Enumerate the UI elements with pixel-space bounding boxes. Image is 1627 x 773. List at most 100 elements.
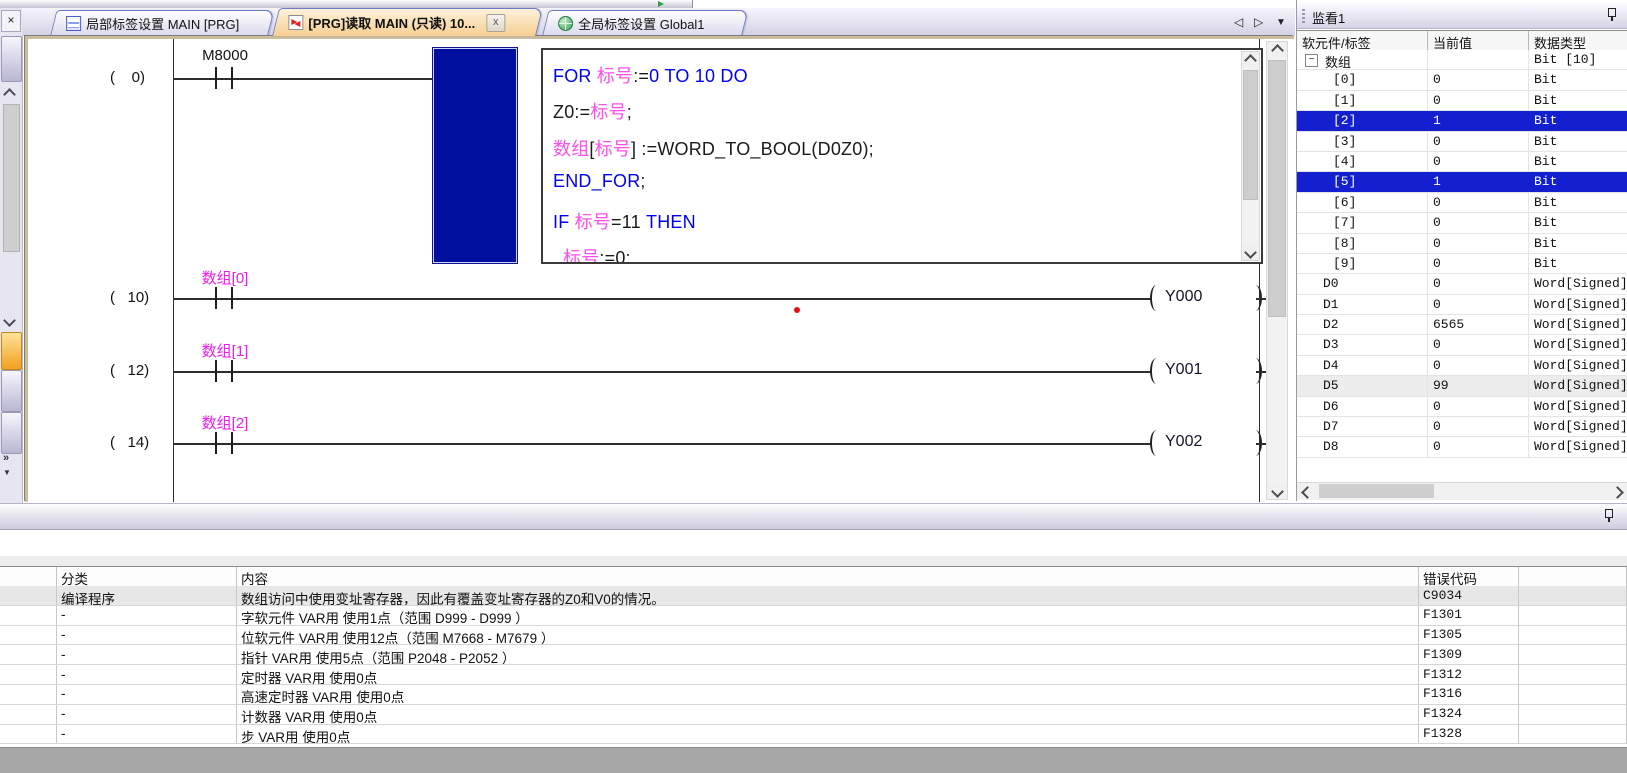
close-icon[interactable]: ×: [1, 10, 21, 32]
contact-bar[interactable]: [231, 432, 233, 454]
scrollbar-thumb[interactable]: [1319, 484, 1434, 498]
tab-scroll-right-icon[interactable]: ▷: [1254, 15, 1263, 29]
contact-bar[interactable]: [215, 360, 217, 382]
column-device-label[interactable]: 软元件/标签: [1297, 31, 1428, 50]
scrollbar-thumb[interactable]: [3, 104, 20, 252]
output-row[interactable]: -定时器 VAR用 使用0点F1312: [0, 665, 1627, 685]
coil-label[interactable]: Y002: [1165, 433, 1202, 451]
watch-row[interactable]: D80Word[Signed]: [1297, 437, 1627, 457]
watch-titlebar[interactable]: 监看1: [1297, 3, 1627, 29]
watch-row[interactable]: [1]0Bit: [1297, 91, 1627, 111]
contact-bar[interactable]: [231, 360, 233, 382]
tab-2[interactable]: [PRG]读取 MAIN (只读) 10...x: [272, 8, 543, 36]
watch-row[interactable]: [0]0Bit: [1297, 70, 1627, 90]
watch-row[interactable]: D26565Word[Signed]: [1297, 315, 1627, 335]
watch-cell-value: 99: [1428, 376, 1529, 395]
dock-button[interactable]: [1, 36, 22, 82]
watch-row[interactable]: [6]0Bit: [1297, 193, 1627, 213]
watch-row[interactable]: [7]0Bit: [1297, 213, 1627, 233]
watch-row[interactable]: D60Word[Signed]: [1297, 397, 1627, 417]
contact-bar[interactable]: [215, 287, 217, 309]
scroll-left-icon[interactable]: [1301, 486, 1314, 499]
global-label-icon: [558, 16, 573, 31]
column-current-value[interactable]: 当前值: [1428, 31, 1529, 50]
column-content[interactable]: 内容: [237, 567, 1419, 586]
scroll-up-icon[interactable]: [1242, 52, 1259, 68]
output-row[interactable]: -指针 VAR用 使用5点（范围 P2048 - P2052 ）F1309: [0, 645, 1627, 665]
contact-label[interactable]: 数组[0]: [160, 267, 290, 288]
st-code-box[interactable]: FOR 标号:=0 TO 10 DOZ0:=标号;数组[标号] :=WORD_T…: [541, 48, 1263, 264]
ladder-editor[interactable]: ( 0)M8000( 10)数组[0]Y000( 12)数组[1]Y001( 1…: [25, 36, 1294, 502]
output-row[interactable]: 编译程序数组访问中使用变址寄存器，因此有覆盖变址寄存器的Z0和V0的情况。C90…: [0, 586, 1627, 606]
contact-bar[interactable]: [231, 67, 233, 89]
watch-row[interactable]: [5]1Bit: [1297, 172, 1627, 192]
output-row[interactable]: -高速定时器 VAR用 使用0点F1316: [0, 685, 1627, 705]
contact-label[interactable]: M8000: [160, 47, 290, 64]
output-row[interactable]: -步 VAR用 使用0点F1328: [0, 725, 1627, 745]
watch-cell-type: Bit: [1529, 213, 1627, 232]
tab-3[interactable]: 全局标签设置 Global1: [542, 10, 748, 36]
scroll-up-icon[interactable]: [1267, 42, 1287, 58]
st-token: 数组: [553, 139, 589, 159]
contact-label[interactable]: 数组[1]: [160, 340, 290, 361]
tab-1[interactable]: 局部标签设置 MAIN [PRG]: [50, 10, 274, 36]
coil-open-paren[interactable]: [1150, 285, 1163, 311]
watch-row[interactable]: D30Word[Signed]: [1297, 335, 1627, 355]
collapse-icon[interactable]: −: [1305, 54, 1318, 67]
output-cell-content: 指针 VAR用 使用5点（范围 P2048 - P2052 ）: [237, 645, 1419, 664]
watch-row[interactable]: D10Word[Signed]: [1297, 295, 1627, 315]
column-error-code[interactable]: 错误代码: [1419, 567, 1519, 586]
watch-row[interactable]: [8]0Bit: [1297, 234, 1627, 254]
bottom-scroll-strip[interactable]: [0, 747, 1627, 773]
drag-grip[interactable]: [1302, 9, 1305, 23]
watch-row[interactable]: D70Word[Signed]: [1297, 417, 1627, 437]
watch-cell-label: D4: [1297, 356, 1428, 375]
contact-bar[interactable]: [215, 432, 217, 454]
coil-open-paren[interactable]: [1150, 358, 1163, 384]
dock-button-active[interactable]: [1, 332, 22, 370]
coil-open-paren[interactable]: [1150, 430, 1163, 456]
watch-row[interactable]: D40Word[Signed]: [1297, 356, 1627, 376]
column-category[interactable]: 分类: [57, 567, 237, 586]
watch-hscrollbar[interactable]: [1297, 482, 1627, 500]
overflow-chevrons[interactable]: »: [3, 452, 9, 464]
output-row[interactable]: -位软元件 VAR用 使用12点（范围 M7668 - M7679 ）F1305: [0, 626, 1627, 646]
overflow-menu-icon[interactable]: ▼: [3, 468, 11, 477]
watch-cell-value: 1: [1428, 172, 1529, 191]
coil-label[interactable]: Y000: [1165, 288, 1202, 306]
watch-row[interactable]: D00Word[Signed]: [1297, 274, 1627, 294]
contact-label[interactable]: 数组[2]: [160, 412, 290, 433]
pin-icon[interactable]: [1603, 509, 1615, 523]
scrollbar-thumb[interactable]: [1243, 70, 1258, 200]
tab-list-dropdown-icon[interactable]: ▼: [1276, 17, 1286, 28]
editor-vscrollbar[interactable]: [1266, 41, 1288, 500]
watch-cell-value: [1428, 50, 1529, 69]
output-row[interactable]: -字软元件 VAR用 使用1点（范围 D999 - D999 ）F1301: [0, 606, 1627, 626]
column-data-type[interactable]: 数据类型: [1529, 31, 1627, 50]
contact-bar[interactable]: [215, 67, 217, 89]
watch-row[interactable]: [9]0Bit: [1297, 254, 1627, 274]
dock-button[interactable]: [1, 370, 22, 412]
watch-row[interactable]: [2]1Bit: [1297, 111, 1627, 131]
scroll-down-icon[interactable]: [3, 314, 16, 327]
output-cell-spacer: [0, 586, 57, 605]
output-titlebar[interactable]: [0, 503, 1627, 530]
watch-row[interactable]: [4]0Bit: [1297, 152, 1627, 172]
pin-icon[interactable]: [1606, 8, 1618, 22]
tab-close-button[interactable]: x: [486, 14, 505, 32]
coil-label[interactable]: Y001: [1165, 361, 1202, 379]
watch-row[interactable]: D599Word[Signed]: [1297, 376, 1627, 396]
tab-scroll-left-icon[interactable]: ◁: [1234, 15, 1243, 29]
contact-bar[interactable]: [231, 287, 233, 309]
dock-button[interactable]: [1, 412, 22, 454]
scroll-right-icon[interactable]: [1611, 486, 1624, 499]
watch-row[interactable]: −数组Bit [10]: [1297, 50, 1627, 70]
output-row[interactable]: -计数器 VAR用 使用0点F1324: [0, 705, 1627, 725]
scroll-down-icon[interactable]: [1267, 483, 1287, 499]
scroll-down-icon[interactable]: [1242, 244, 1259, 260]
st-scrollbar[interactable]: [1241, 51, 1260, 261]
watch-row[interactable]: [3]0Bit: [1297, 132, 1627, 152]
scroll-up-icon[interactable]: [3, 88, 16, 101]
inline-st-block[interactable]: [433, 48, 517, 263]
scrollbar-thumb[interactable]: [1268, 60, 1286, 317]
